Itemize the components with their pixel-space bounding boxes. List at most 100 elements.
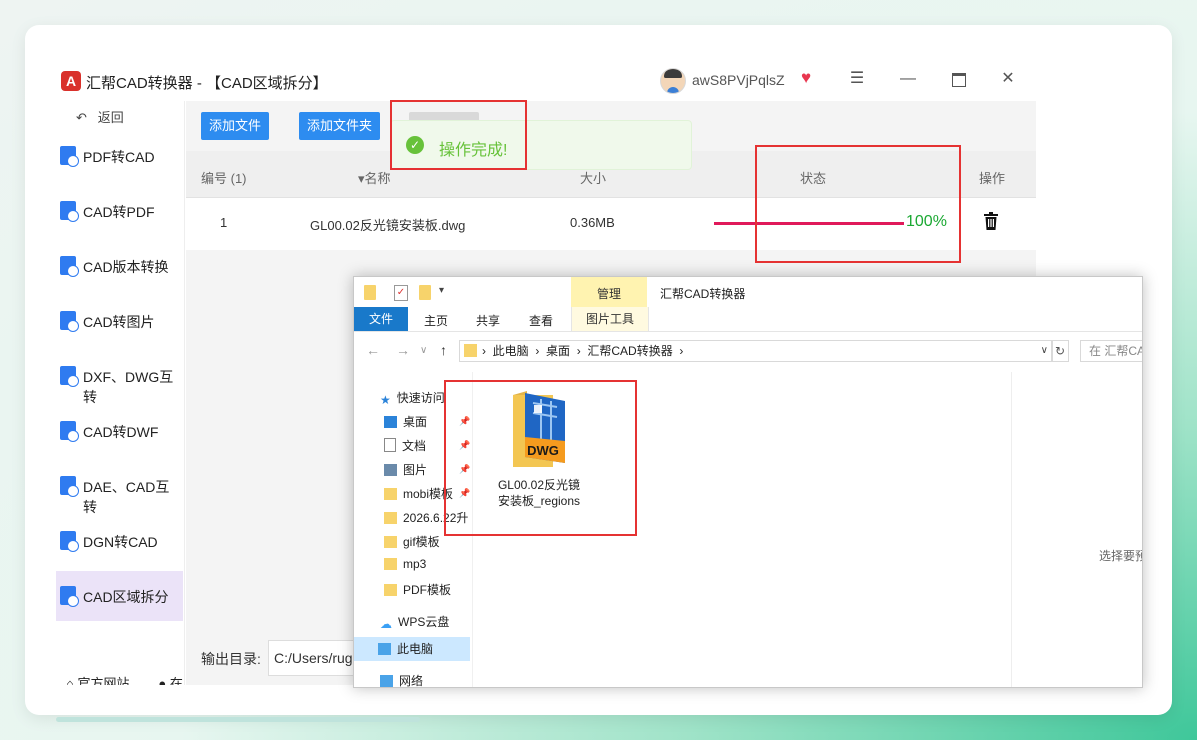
forward-arrow-icon[interactable]: →: [396, 342, 410, 358]
sidebar-item-label: CAD版本转换: [83, 259, 169, 275]
navigation-bar: ← → ∨ ↑ › 此电脑 › 桌面 › 汇帮CAD转换器 › ∨ ↻ 在 汇帮…: [354, 337, 1142, 365]
sidebar-item-label: DGN转CAD: [83, 534, 158, 550]
trash-icon[interactable]: [984, 212, 998, 230]
breadcrumb-item[interactable]: 此电脑: [493, 344, 529, 358]
up-arrow-icon[interactable]: ↑: [440, 342, 447, 358]
dgn-to-cad-icon: [60, 531, 79, 552]
tab-share[interactable]: 共享: [476, 312, 500, 329]
sidebar-item-dgn-to-cad[interactable]: DGN转CAD: [56, 516, 183, 566]
new-folder-icon[interactable]: [419, 285, 431, 300]
address-dropdown-icon[interactable]: ∨: [1041, 341, 1048, 361]
tree-item-desktop[interactable]: 桌面: [384, 413, 427, 430]
column-size: 大小: [580, 171, 607, 186]
sidebar: ↶ 返回 PDF转CAD CAD转PDF CAD版本转换 CAD转图片 DXF、…: [56, 101, 185, 685]
tab-picture-tools[interactable]: 图片工具: [571, 307, 649, 331]
website-link[interactable]: ⌂ 官方网站: [66, 676, 129, 685]
tree-item-network[interactable]: 网络: [380, 672, 423, 687]
tree-item-folder[interactable]: PDF模板: [384, 581, 451, 598]
sidebar-item-cad-to-pdf[interactable]: CAD转PDF: [56, 186, 183, 236]
cad-region-split-icon: [60, 586, 79, 607]
sidebar-footer: ⌂ 官方网站 ● 在线客服: [66, 673, 184, 685]
sidebar-item-cad-to-image[interactable]: CAD转图片: [56, 296, 183, 346]
computer-icon: [378, 643, 391, 655]
folder-icon: [464, 344, 477, 357]
row-filename: GL00.02反光镜安装板.dwg: [310, 218, 466, 233]
tree-item-quick-access[interactable]: ★ 快速访问: [380, 389, 445, 407]
tree-item-folder[interactable]: gif模板: [384, 533, 440, 550]
folder-icon: [384, 488, 397, 500]
minimize-button[interactable]: —: [897, 68, 919, 90]
properties-icon[interactable]: ✓: [394, 285, 408, 301]
app-logo-icon: A: [61, 71, 81, 91]
close-button[interactable]: ✕: [997, 68, 1019, 90]
pictures-icon: [384, 464, 397, 476]
refresh-icon[interactable]: ↻: [1051, 340, 1069, 362]
maximize-button[interactable]: [947, 68, 969, 90]
back-button[interactable]: ↶ 返回: [76, 107, 124, 126]
sidebar-item-cad-version[interactable]: CAD版本转换: [56, 241, 183, 291]
add-folder-button[interactable]: 添加文件夹: [299, 112, 381, 140]
cad-to-pdf-icon: [60, 201, 79, 222]
column-name[interactable]: ▾名称: [358, 168, 391, 187]
manage-context-tab[interactable]: 管理: [571, 277, 647, 307]
dae-cad-icon: [60, 476, 79, 497]
sidebar-item-dxf-dwg[interactable]: DXF、DWG互转: [56, 351, 183, 405]
column-action: 操作: [979, 171, 1006, 186]
folder-icon: [384, 584, 397, 596]
folder-icon: [384, 558, 397, 570]
back-arrow-icon: ↶: [76, 110, 87, 125]
horizontal-scrollbar[interactable]: [56, 717, 420, 722]
dxf-dwg-icon: [60, 366, 79, 387]
search-input[interactable]: 在 汇帮CA: [1080, 340, 1142, 362]
sidebar-item-pdf-to-cad[interactable]: PDF转CAD: [56, 131, 183, 181]
sidebar-item-label: DAE、CAD互转: [83, 479, 170, 515]
tree-item-this-pc[interactable]: 此电脑: [354, 637, 470, 661]
tree-item-wps-cloud[interactable]: ☁ WPS云盘: [380, 613, 449, 631]
desktop-icon: [384, 416, 397, 428]
back-label: 返回: [97, 110, 124, 125]
avatar[interactable]: [660, 68, 686, 94]
star-icon: ★: [380, 393, 391, 407]
vip-diamond-icon[interactable]: ♥: [801, 68, 811, 88]
tree-item-folder[interactable]: mobi模板: [384, 485, 453, 502]
title-bar: A 汇帮CAD转换器 - 【CAD区域拆分】 awS8PVjPqlsZ ♥ ☰ …: [56, 55, 1141, 101]
add-file-button[interactable]: 添加文件: [201, 112, 270, 140]
menu-button[interactable]: ☰: [846, 68, 868, 90]
cloud-icon: ☁: [380, 617, 392, 631]
row-number: 1: [220, 215, 228, 230]
address-bar[interactable]: › 此电脑 › 桌面 › 汇帮CAD转换器 › ∨: [459, 340, 1053, 362]
maximize-icon: [952, 73, 966, 87]
sidebar-item-label: CAD转DWF: [83, 424, 159, 440]
sidebar-item-dae-cad[interactable]: DAE、CAD互转: [56, 461, 183, 515]
breadcrumb: › 此电脑 › 桌面 › 汇帮CAD转换器 ›: [482, 344, 684, 358]
tab-home[interactable]: 主页: [424, 312, 448, 329]
tab-file[interactable]: 文件: [354, 307, 408, 331]
sidebar-item-label: CAD区域拆分: [83, 589, 169, 605]
tree-item-folder[interactable]: mp3: [384, 557, 426, 571]
row-size: 0.36MB: [570, 215, 615, 230]
tree-item-documents[interactable]: 文档: [384, 437, 426, 454]
ribbon-tabs: 文件 主页 共享 查看 图片工具: [354, 307, 1142, 332]
pdf-to-cad-icon: [60, 146, 79, 167]
breadcrumb-item[interactable]: 汇帮CAD转换器: [587, 344, 672, 358]
breadcrumb-item[interactable]: 桌面: [546, 344, 570, 358]
highlight-toast-frame: [390, 100, 527, 170]
recent-dropdown-icon[interactable]: ∨: [420, 345, 427, 356]
tab-view[interactable]: 查看: [529, 312, 553, 329]
sidebar-item-label: CAD转PDF: [83, 204, 155, 220]
cad-to-dwf-icon: [60, 421, 79, 442]
customize-dropdown-icon[interactable]: ▾: [439, 285, 444, 296]
folder-icon[interactable]: [364, 285, 376, 300]
preview-hint: 选择要预: [1099, 549, 1143, 563]
sidebar-item-cad-region-split[interactable]: CAD区域拆分: [56, 571, 183, 621]
sidebar-item-label: PDF转CAD: [83, 149, 155, 165]
sidebar-item-cad-to-dwf[interactable]: CAD转DWF: [56, 406, 183, 456]
tree-item-pictures[interactable]: 图片: [384, 461, 427, 478]
column-number: 编号 (1): [201, 171, 247, 186]
folder-icon: [384, 536, 397, 548]
back-arrow-icon[interactable]: ←: [366, 342, 380, 358]
username[interactable]: awS8PVjPqlsZ: [692, 72, 785, 88]
sidebar-item-label: DXF、DWG互转: [83, 369, 174, 405]
network-icon: [380, 675, 393, 687]
window-title: 汇帮CAD转换器 - 【CAD区域拆分】: [86, 75, 328, 92]
